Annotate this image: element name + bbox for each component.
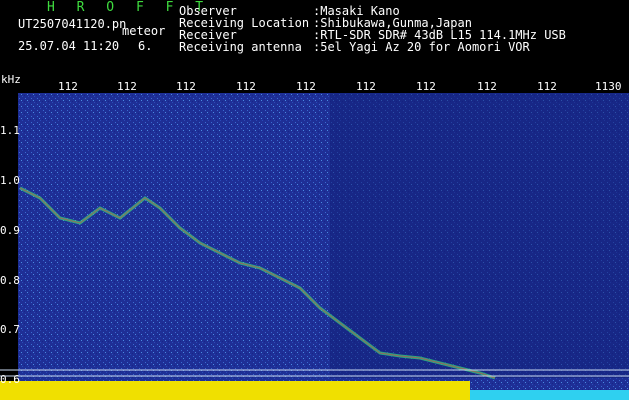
x-tick-label: 112 bbox=[477, 80, 497, 93]
x-tick-label: 112 bbox=[537, 80, 557, 93]
cyan-floor-band bbox=[470, 390, 629, 400]
header-panel: H R O F F T UT2507041120.pn meteor 25.07… bbox=[0, 0, 629, 78]
file-name-suffix: meteor bbox=[122, 24, 166, 38]
spectrogram-dark-region bbox=[330, 78, 629, 378]
info-label-antenna: Receiving antenna bbox=[179, 40, 302, 54]
y-tick-label: 1.0 bbox=[0, 174, 20, 187]
x-tick-label: 112 bbox=[416, 80, 436, 93]
counter: 6. bbox=[138, 39, 153, 53]
x-tick-label: 112 bbox=[176, 80, 196, 93]
y-tick-label: 0.6 bbox=[0, 373, 20, 386]
y-tick-label: 1.1 bbox=[0, 124, 20, 137]
spectrogram-plot bbox=[0, 78, 629, 400]
x-tick-label: 112 bbox=[356, 80, 376, 93]
x-tick-label: 112 bbox=[296, 80, 316, 93]
x-tick-label: 1130 bbox=[595, 80, 622, 93]
info-value-antenna: :5el Yagi Az 20 for Aomori VOR bbox=[313, 40, 530, 54]
file-name: UT2507041120.pn bbox=[18, 17, 127, 31]
x-tick-label: 112 bbox=[236, 80, 256, 93]
yellow-floor-band bbox=[0, 381, 470, 400]
x-tick-label: 112 bbox=[58, 80, 78, 93]
y-tick-label: 0.9 bbox=[0, 224, 20, 237]
datetime: 25.07.04 11:20 bbox=[18, 39, 120, 53]
y-tick-label: 0.7 bbox=[0, 323, 20, 336]
y-axis-unit: kHz bbox=[1, 73, 21, 86]
x-tick-label: 112 bbox=[117, 80, 137, 93]
y-tick-label: 0.8 bbox=[0, 274, 20, 287]
